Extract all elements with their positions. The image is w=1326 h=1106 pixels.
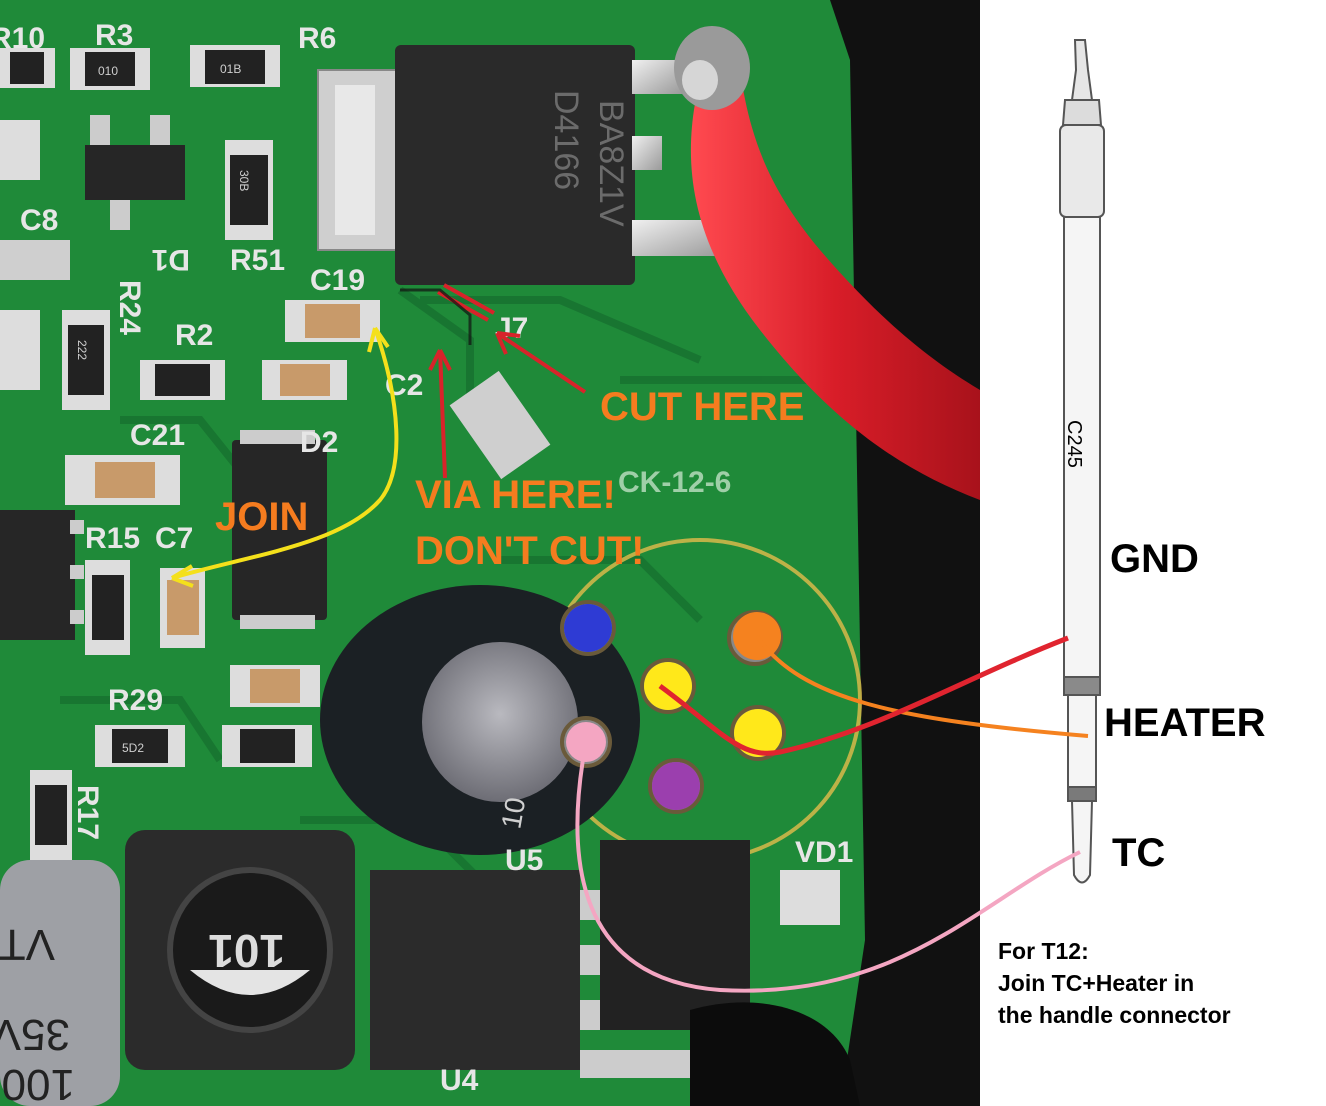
ic-chip (0, 510, 84, 640)
pcb-label: VD1 (795, 836, 853, 869)
pcb-label: C21 (130, 419, 185, 452)
pcb-label: R10 (0, 22, 45, 55)
smd-marking: 30B (237, 170, 251, 191)
pcb-label: R3 (95, 19, 133, 52)
cap-text: 35V (0, 1010, 70, 1059)
t12-instruction-note: For T12: Join TC+Heater in the handle co… (998, 935, 1231, 1031)
soldering-tip (1059, 39, 1105, 884)
diode-d2 (232, 430, 327, 629)
pcb-label: R51 (230, 244, 285, 277)
pcb-label: R15 (85, 522, 140, 555)
smd-marking: 5D2 (122, 741, 144, 755)
stage: D4166 BA8Z1V 010 01B 30B 222 5D2 10 101 … (0, 0, 1326, 1106)
cap-text: VT (0, 920, 55, 969)
pcb-label: C19 (310, 264, 365, 297)
mosfet-code-2: BA8Z1V (592, 100, 630, 227)
note-line: Join TC+Heater in (998, 970, 1195, 996)
cap-marking: 10 (495, 795, 531, 831)
pcb-label: J7 (495, 312, 528, 345)
pcb-label: U4 (440, 1064, 479, 1097)
cap-text: 100 (2, 1060, 75, 1106)
note-line: the handle connector (998, 1002, 1231, 1028)
pcb-label: C7 (155, 522, 193, 555)
mosfet-code-1: D4166 (547, 90, 585, 190)
inductor-marking: 101 (208, 925, 285, 977)
pcb-photo: D4166 BA8Z1V 010 01B 30B 222 5D2 10 101 … (0, 0, 980, 1106)
pcb-label: U5 (505, 844, 543, 877)
pcb-label: D2 (300, 426, 338, 459)
pcb-label: R6 (298, 22, 336, 55)
inductor: 101 (125, 830, 355, 1070)
large-capacitor: 100 35V VT (0, 860, 120, 1106)
note-line: For T12: (998, 938, 1089, 964)
pcb-label: R24 (113, 280, 146, 335)
smd-marking: 01B (220, 62, 241, 76)
mosfet: D4166 BA8Z1V (317, 45, 722, 285)
pcb-label: R2 (175, 319, 213, 352)
smd-marking: 010 (98, 64, 118, 78)
pcb-label: D1 (152, 243, 190, 276)
pcb-label: R17 (71, 785, 104, 840)
pcb-label: R29 (108, 684, 163, 717)
smd-marking: 222 (75, 340, 89, 360)
pcb-label: C2 (385, 369, 423, 402)
pcb-label: C8 (20, 204, 58, 237)
pcb-label: CK-12-6 (618, 466, 731, 499)
